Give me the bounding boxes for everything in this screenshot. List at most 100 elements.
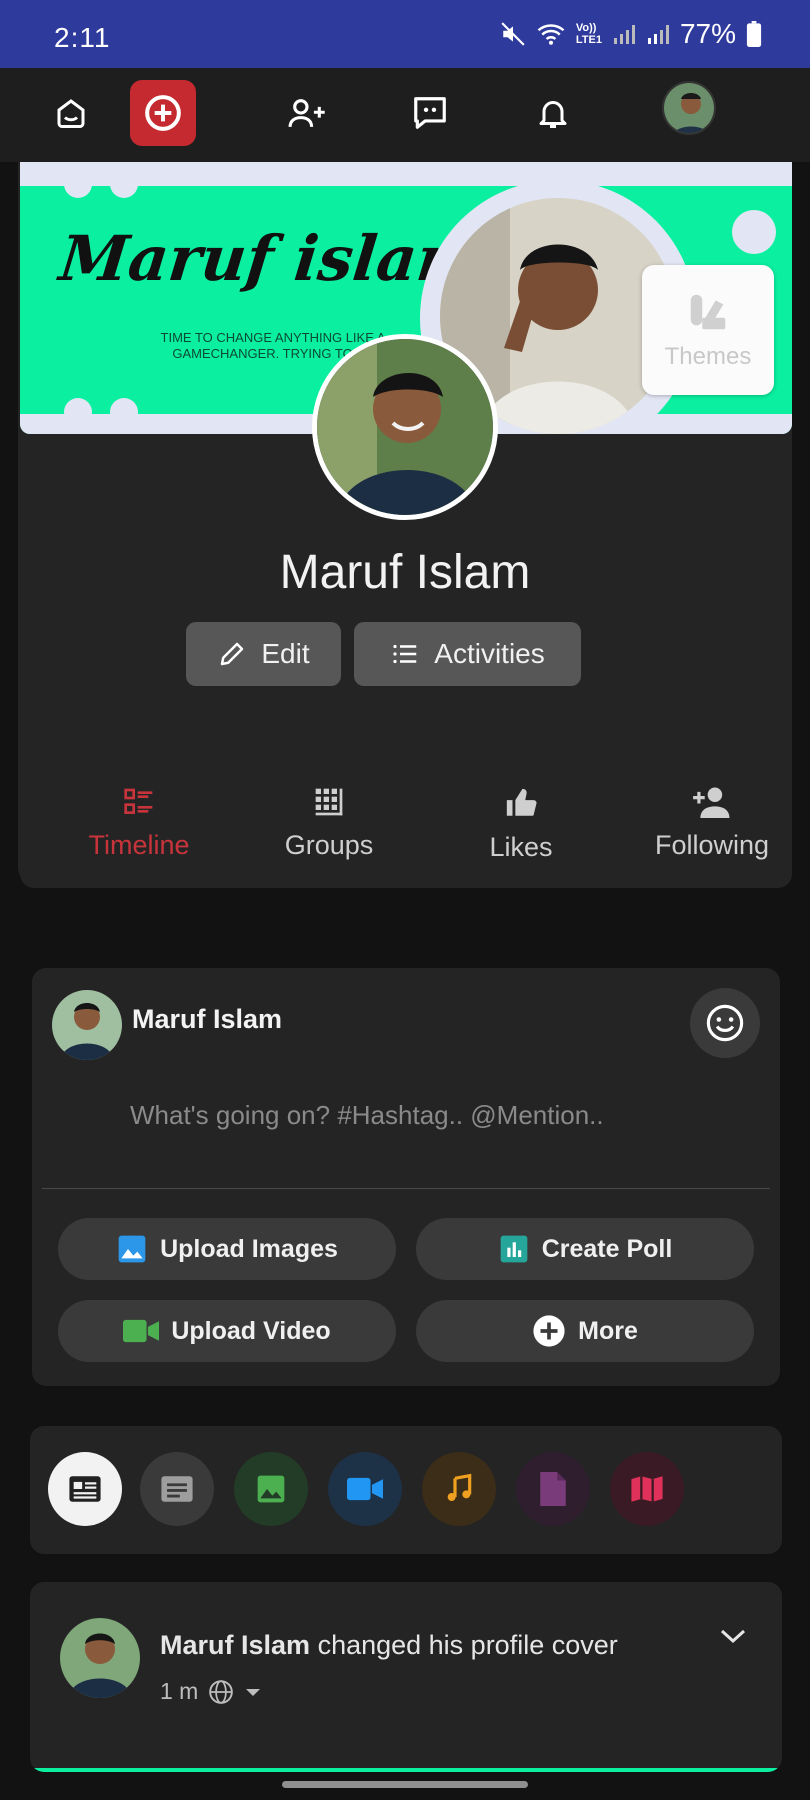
composer-user-name: Maruf Islam	[132, 1004, 283, 1034]
tab-likes[interactable]: Likes	[466, 786, 576, 886]
bell-icon	[539, 101, 567, 128]
text-icon	[161, 1476, 193, 1502]
emoji-button[interactable]	[690, 988, 760, 1058]
home-indicator[interactable]	[282, 1781, 528, 1788]
thumbs-up-icon	[506, 788, 537, 816]
plus-circle-icon	[533, 1315, 565, 1347]
composer-avatar	[52, 990, 122, 1060]
wifi-icon	[537, 24, 565, 45]
notifications-button[interactable]	[520, 80, 586, 146]
post-media-edge	[30, 1768, 782, 1772]
upload-video-label: Upload Video	[171, 1316, 331, 1345]
avatar	[60, 1618, 140, 1698]
profile-tabs: Timeline Groups Likes Following	[20, 786, 792, 888]
add-friend-button[interactable]	[274, 80, 340, 146]
video-icon	[347, 1477, 383, 1501]
create-icon	[145, 95, 181, 131]
create-button[interactable]	[130, 80, 196, 146]
filter-files[interactable]	[516, 1452, 590, 1526]
create-poll-button[interactable]: Create Poll	[416, 1218, 754, 1280]
post-avatar[interactable]	[60, 1618, 140, 1698]
home-icon	[57, 99, 85, 128]
activities-label: Activities	[434, 638, 545, 669]
cover-script-text: Maruf islam	[56, 222, 487, 295]
tab-groups[interactable]: Groups	[264, 786, 394, 886]
add-friend-icon	[288, 99, 325, 127]
video-camera-icon	[123, 1319, 160, 1343]
avatar	[52, 990, 122, 1060]
filter-all[interactable]	[48, 1452, 122, 1526]
signal-icon-2	[647, 25, 669, 44]
status-bar: 2:11 Vo)) LTE1 77%	[0, 0, 810, 68]
tab-timeline[interactable]: Timeline	[62, 786, 216, 886]
feed-post: Maruf Islam changed his profile cover 1 …	[30, 1582, 782, 1772]
upload-images-label: Upload Images	[160, 1234, 338, 1263]
post-time[interactable]: 1 m	[160, 1678, 198, 1705]
cover-dot	[64, 170, 92, 198]
composer-divider	[42, 1188, 770, 1189]
image-icon	[118, 1235, 146, 1263]
lte-label-top: Vo))	[575, 22, 597, 34]
home-button[interactable]	[38, 80, 104, 146]
status-icons: Vo)) LTE1 77%	[500, 18, 762, 50]
mute-icon	[501, 22, 525, 46]
post-author[interactable]: Maruf Islam	[160, 1630, 310, 1660]
signal-icon	[613, 25, 635, 44]
smiley-icon	[706, 1004, 744, 1042]
avatar	[317, 339, 493, 515]
composer-input[interactable]: What's going on? #Hashtag.. @Mention..	[130, 1100, 604, 1131]
filter-text[interactable]	[140, 1452, 214, 1526]
groups-icon	[315, 788, 343, 816]
messages-icon	[414, 97, 446, 129]
more-button[interactable]: More	[416, 1300, 754, 1362]
tab-groups-label: Groups	[284, 830, 374, 860]
image-icon	[257, 1475, 285, 1503]
post-composer: Maruf Islam What's going on? #Hashtag.. …	[32, 968, 780, 1386]
file-icon	[540, 1472, 566, 1506]
more-label: More	[578, 1316, 638, 1345]
all-posts-icon	[69, 1476, 101, 1502]
edit-label: Edit	[261, 638, 310, 669]
globe-icon[interactable]	[208, 1679, 234, 1705]
cover-dot	[64, 398, 92, 426]
edit-button[interactable]: Edit	[186, 622, 341, 686]
post-headline: Maruf Islam changed his profile cover	[160, 1630, 618, 1661]
post-options-button[interactable]	[718, 1626, 748, 1651]
tab-timeline-label: Timeline	[88, 830, 190, 860]
filter-video[interactable]	[328, 1452, 402, 1526]
tab-following-label: Following	[654, 830, 770, 860]
tab-following[interactable]: Following	[642, 786, 782, 886]
avatar	[664, 83, 714, 133]
post-filter-bar	[30, 1426, 782, 1554]
post-meta: 1 m	[160, 1678, 262, 1705]
themes-button[interactable]: Themes	[642, 265, 774, 395]
themes-label: Themes	[664, 343, 752, 370]
caret-down-icon[interactable]	[244, 1686, 262, 1698]
messages-button[interactable]	[397, 80, 463, 146]
create-poll-label: Create Poll	[541, 1234, 673, 1263]
person-add-icon	[693, 787, 730, 818]
list-icon	[393, 644, 417, 664]
profile-avatar[interactable]	[312, 334, 498, 520]
profile-avatar-button[interactable]	[662, 81, 716, 135]
music-icon	[447, 1473, 472, 1501]
map-icon	[631, 1476, 663, 1502]
battery-icon	[746, 21, 762, 47]
tab-likes-label: Likes	[489, 832, 553, 862]
cover-bubble	[732, 210, 776, 254]
upload-images-button[interactable]: Upload Images	[58, 1218, 396, 1280]
filter-music[interactable]	[422, 1452, 496, 1526]
upload-video-button[interactable]: Upload Video	[58, 1300, 396, 1362]
filter-places[interactable]	[610, 1452, 684, 1526]
activities-button[interactable]: Activities	[354, 622, 581, 686]
post-action: changed his profile cover	[317, 1630, 618, 1660]
poll-icon	[500, 1235, 528, 1263]
cover-dot	[110, 398, 138, 426]
palette-icon	[690, 294, 726, 330]
top-nav	[0, 68, 810, 162]
filter-images[interactable]	[234, 1452, 308, 1526]
pencil-icon	[221, 642, 244, 666]
lte-label-bottom: LTE1	[575, 34, 602, 46]
battery-percent: 77%	[679, 18, 736, 49]
profile-name: Maruf Islam	[279, 546, 531, 599]
